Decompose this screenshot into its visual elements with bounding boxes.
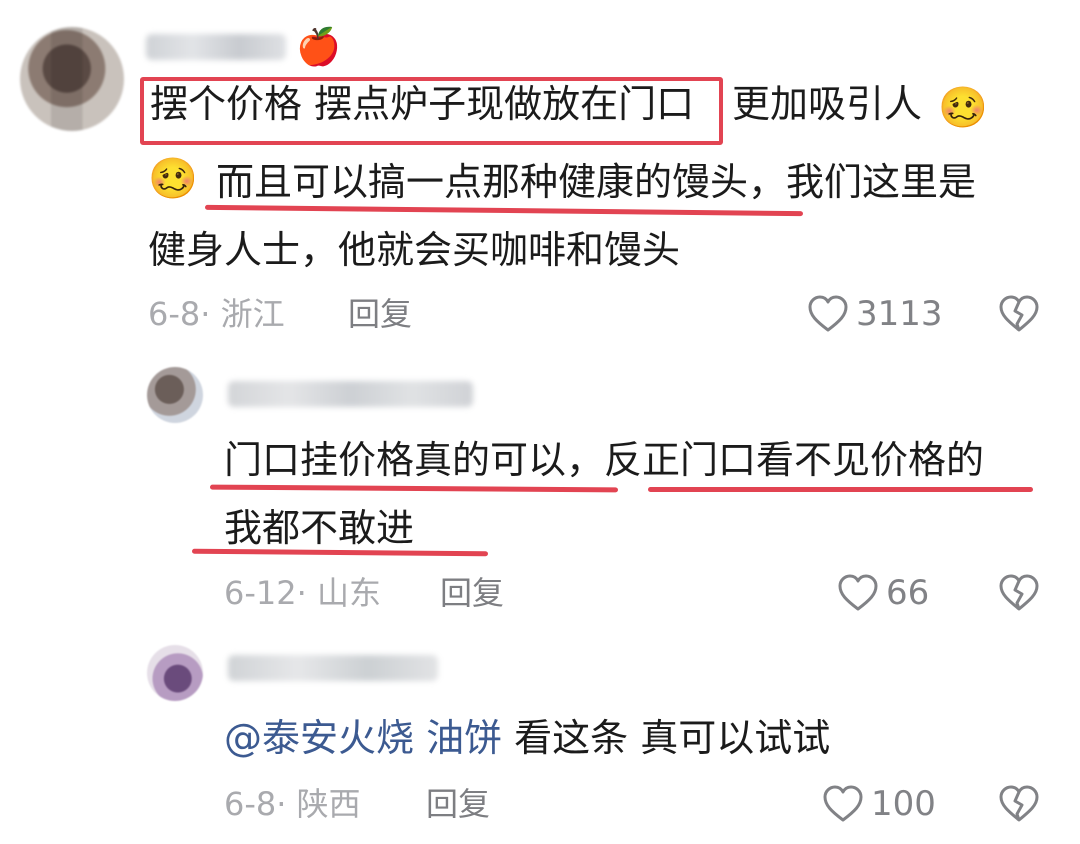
like-button[interactable]: 3113 <box>806 294 943 334</box>
red-underline <box>209 484 619 493</box>
broken-heart-icon <box>999 785 1039 822</box>
username-blurred[interactable] <box>146 34 286 60</box>
broken-heart-icon <box>999 295 1039 332</box>
comment-text-highlighted: 摆个价格 摆点炉子现做放在门口 <box>150 82 695 126</box>
reply-button[interactable]: 回复 <box>426 784 490 824</box>
comment-text: 更加吸引人 <box>732 82 923 126</box>
comment-text-line: 而且可以搞一点那种健康的馒头，我们这里是 <box>216 160 977 204</box>
reply-text: 看这条 真可以试试 <box>502 716 831 760</box>
dislike-button[interactable] <box>998 573 1040 613</box>
heart-icon <box>838 574 878 611</box>
username-blurred[interactable] <box>228 381 473 407</box>
reply-text-line: @泰安火烧 油饼 看这条 真可以试试 <box>224 716 830 760</box>
dislike-button[interactable] <box>998 784 1040 824</box>
avatar[interactable] <box>147 645 203 701</box>
broken-heart-icon <box>999 574 1039 611</box>
avatar[interactable] <box>147 367 203 423</box>
reply-date-location: 6-12· 山东 <box>224 574 381 612</box>
apple-icon: 🍎 <box>296 27 341 68</box>
like-button[interactable]: 100 <box>821 784 936 824</box>
woozy-face-icon: 🥴 <box>938 85 988 131</box>
avatar[interactable] <box>20 27 124 131</box>
like-button[interactable]: 66 <box>836 573 929 613</box>
like-count: 3113 <box>856 294 943 334</box>
reply-date-location: 6-8· 陕西 <box>224 785 361 823</box>
comment-date-location: 6-8· 浙江 <box>148 295 285 333</box>
red-underline <box>204 204 804 217</box>
heart-icon <box>823 785 863 822</box>
reply-text-line: 门口挂价格真的可以，反正门口看不见价格的 <box>224 438 985 482</box>
mention-link[interactable]: @泰安火烧 油饼 <box>224 716 502 760</box>
red-underline <box>191 548 489 557</box>
username-blurred[interactable] <box>228 655 438 681</box>
like-count: 66 <box>886 573 930 613</box>
reply-button[interactable]: 回复 <box>440 573 504 613</box>
woozy-face-icon: 🥴 <box>148 156 198 202</box>
red-underline <box>648 487 1033 492</box>
reply-text-line: 我都不敢进 <box>224 506 415 550</box>
like-count: 100 <box>871 784 936 824</box>
reply-button[interactable]: 回复 <box>348 294 412 334</box>
dislike-button[interactable] <box>998 294 1040 334</box>
heart-icon <box>808 295 848 332</box>
comment-text-line: 健身人士，他就会买咖啡和馒头 <box>148 228 681 272</box>
